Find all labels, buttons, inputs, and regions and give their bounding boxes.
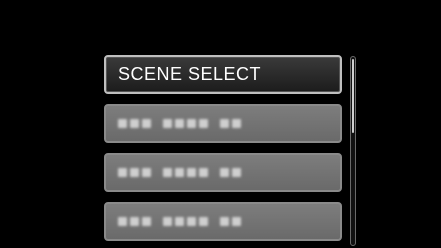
menu-item-scene-select[interactable]: SCENE SELECT bbox=[104, 55, 342, 94]
blurred-label bbox=[118, 168, 241, 177]
menu-item-blurred-3[interactable] bbox=[104, 202, 342, 241]
menu-item-label: SCENE SELECT bbox=[118, 64, 262, 84]
menu-scrollbar[interactable] bbox=[350, 56, 356, 246]
camera-menu-screen: SCENE SELECT bbox=[0, 0, 441, 248]
blurred-label bbox=[118, 119, 241, 128]
blurred-label bbox=[118, 217, 241, 226]
menu-item-blurred-2[interactable] bbox=[104, 153, 342, 192]
scrollbar-thumb[interactable] bbox=[352, 59, 354, 133]
menu-item-blurred-1[interactable] bbox=[104, 104, 342, 143]
